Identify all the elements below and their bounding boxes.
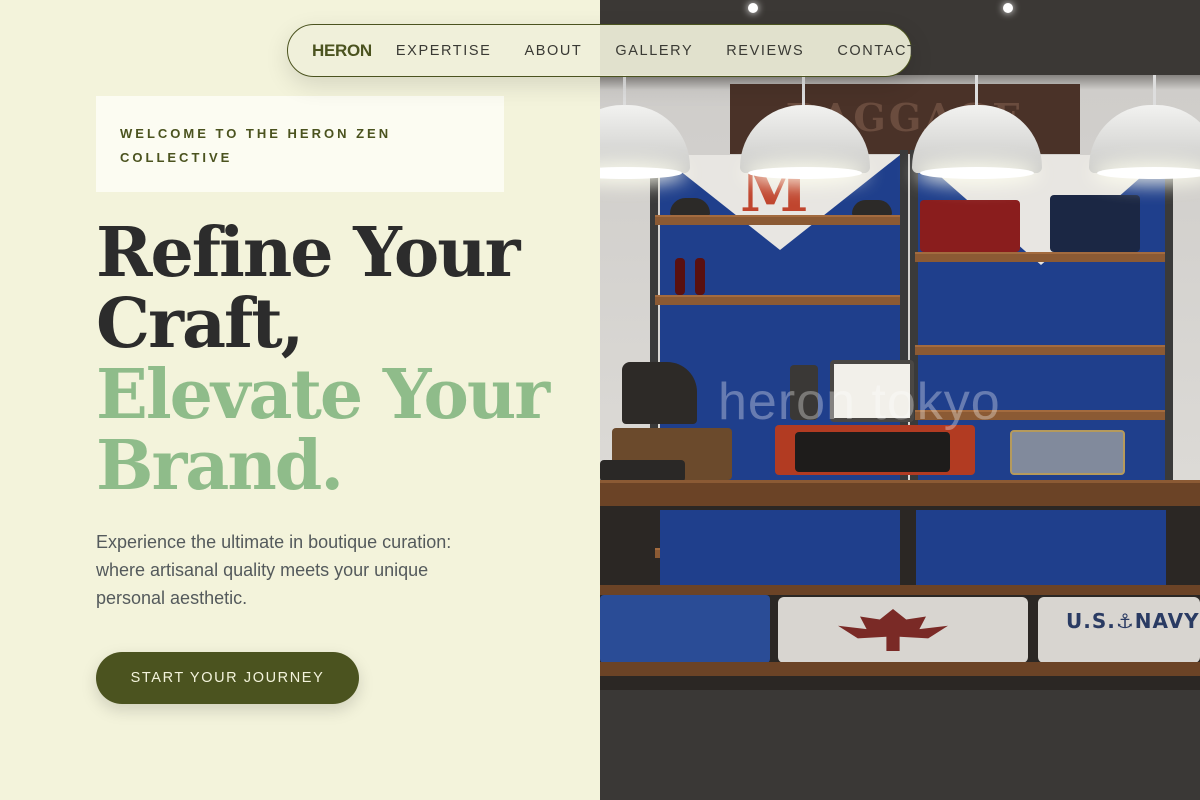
folded-clothes bbox=[600, 460, 685, 482]
blue-wall-panel bbox=[660, 510, 900, 585]
hero-headline: Refine Your Craft, Elevate Your Brand. bbox=[96, 218, 566, 502]
ceiling-light bbox=[1003, 3, 1013, 13]
display-counter bbox=[600, 480, 1200, 506]
blue-wall-panel bbox=[916, 510, 1166, 585]
lamp-rod bbox=[623, 75, 626, 107]
ceiling-light bbox=[748, 3, 758, 13]
glass-case bbox=[1010, 430, 1125, 475]
nav-link-reviews[interactable]: REVIEWS bbox=[726, 43, 804, 59]
bottle bbox=[695, 258, 705, 295]
black-bag bbox=[795, 432, 950, 472]
headline-line-2: Craft, bbox=[96, 284, 304, 364]
headline-line-4: Brand. bbox=[96, 426, 344, 506]
start-journey-button[interactable]: START YOUR JOURNEY bbox=[96, 652, 359, 704]
brand-logo[interactable]: HERON bbox=[312, 41, 372, 61]
watermark-text: heron tokyo bbox=[718, 373, 1001, 431]
nav-link-expertise[interactable]: EXPERTISE bbox=[396, 43, 492, 59]
main-nav: HERON EXPERTISE ABOUT GALLERY REVIEWS CO… bbox=[287, 24, 916, 77]
welcome-text-line2: COLLECTIVE bbox=[120, 150, 233, 165]
welcome-text-line1: WELCOME TO THE HERON ZEN bbox=[120, 126, 392, 141]
store-photo: BAGGAGE M U.S.⚓NAVY heron tokyo bbox=[600, 0, 1200, 800]
lamp-rod bbox=[1153, 75, 1156, 107]
headline-line-3: Elevate Your bbox=[96, 355, 550, 435]
navy-shirt-text: U.S.⚓NAVY bbox=[1066, 609, 1200, 633]
hat bbox=[670, 198, 710, 215]
shelf bbox=[655, 215, 900, 225]
shelf bbox=[915, 252, 1165, 262]
nav-link-gallery[interactable]: GALLERY bbox=[615, 43, 693, 59]
headline-line-1: Refine Your bbox=[96, 213, 521, 293]
hero-subtitle: Experience the ultimate in boutique cura… bbox=[96, 532, 452, 608]
red-bag bbox=[920, 200, 1020, 252]
shelf bbox=[915, 345, 1165, 355]
lamp-rod bbox=[802, 75, 805, 107]
bottom-shelf bbox=[600, 662, 1200, 676]
navy-shirt: U.S.⚓NAVY bbox=[1038, 597, 1200, 663]
hat bbox=[852, 200, 892, 215]
nav-link-contact[interactable]: CONTACT bbox=[837, 43, 917, 59]
maple-leaf-shirt bbox=[778, 597, 1028, 663]
boot bbox=[622, 362, 697, 424]
hero-content: WELCOME TO THE HERON ZEN COLLECTIVE Refi… bbox=[0, 0, 600, 800]
bottle bbox=[675, 258, 685, 295]
shelf bbox=[655, 295, 900, 305]
maple-leaf bbox=[838, 609, 948, 651]
low-shelf bbox=[600, 585, 1200, 595]
lamp-rod bbox=[975, 75, 978, 107]
nav-link-about[interactable]: ABOUT bbox=[524, 43, 582, 59]
welcome-badge: WELCOME TO THE HERON ZEN COLLECTIVE bbox=[96, 96, 504, 192]
navy-bag bbox=[1050, 195, 1140, 252]
store-floor bbox=[600, 690, 1200, 800]
folded-blue-shirts bbox=[600, 595, 770, 663]
